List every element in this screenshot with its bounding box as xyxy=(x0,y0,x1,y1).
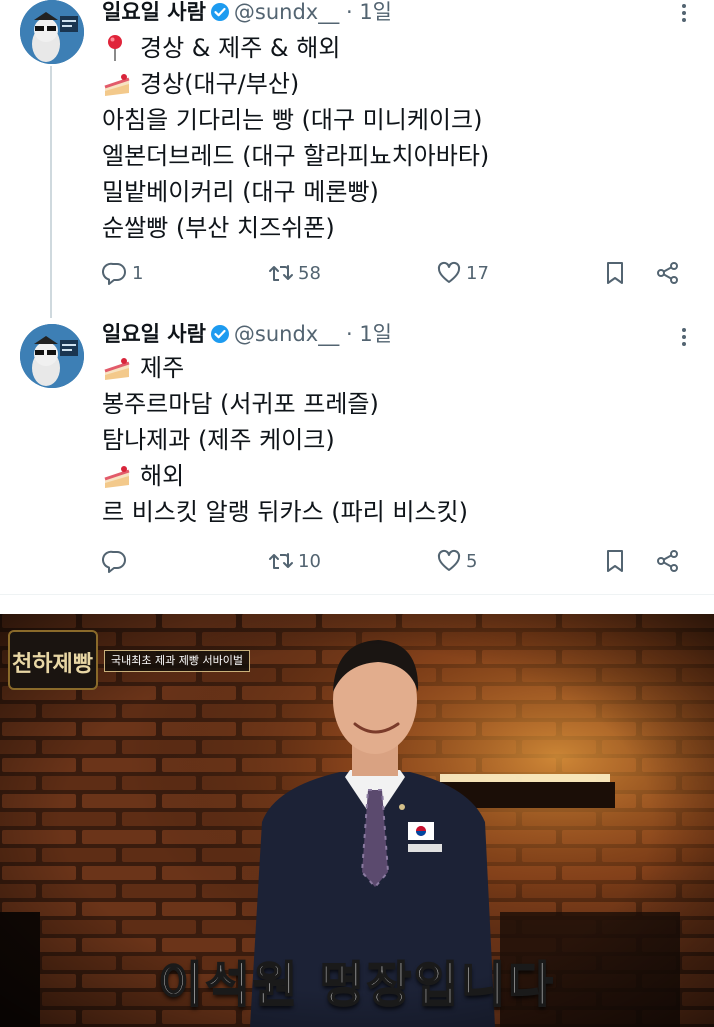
bookmark-button[interactable] xyxy=(602,548,632,574)
display-name[interactable]: 일요일 사람 xyxy=(102,322,206,346)
tweet-line: 경상(대구/부산) xyxy=(102,66,489,102)
separator-dot: · xyxy=(345,322,353,346)
tweet-text: 제주 봉주르마담 (서귀포 프레즐) 탐나제과 (제주 케이크) 해외 르 비스… xyxy=(102,350,468,530)
tweet-header: 일요일 사람 @sundx__ · 1일 xyxy=(102,0,392,29)
bookmark-button[interactable] xyxy=(602,260,632,286)
display-name[interactable]: 일요일 사람 xyxy=(102,0,206,24)
more-options-icon[interactable] xyxy=(682,328,688,349)
tweet-divider xyxy=(0,594,714,595)
verified-badge-icon xyxy=(210,1,230,29)
share-icon xyxy=(657,262,678,284)
tweet-actions: 10 5 xyxy=(102,548,692,578)
tweet-line: 르 비스킷 알랭 뒤카스 (파리 비스킷) xyxy=(102,498,468,526)
program-title-banner: 국내최초 제과 제빵 서바이벌 xyxy=(104,650,250,672)
video-top-strip xyxy=(0,597,714,614)
tweet-2[interactable]: 일요일 사람 @sundx__ · 1일 제주 봉주르마담 (서귀포 프레즐) 탐… xyxy=(0,320,714,600)
like-button[interactable]: 5 xyxy=(436,548,477,574)
share-icon xyxy=(657,550,678,572)
avatar[interactable] xyxy=(20,0,84,64)
timestamp[interactable]: 1일 xyxy=(359,322,392,346)
retweet-button[interactable]: 58 xyxy=(268,260,321,286)
heart-icon xyxy=(437,261,461,283)
cake-emoji-icon xyxy=(102,353,132,383)
tweet-actions: 1 58 17 xyxy=(102,260,692,290)
share-button[interactable] xyxy=(655,260,685,286)
tweet-line: 엘본더브레드 (대구 할라피뇨치아바타) xyxy=(102,142,490,170)
bookmark-icon xyxy=(607,262,623,284)
retweet-icon xyxy=(269,553,293,569)
more-options-icon[interactable] xyxy=(682,4,688,25)
timestamp[interactable]: 1일 xyxy=(359,0,392,24)
show-logo-text: 천하제빵 xyxy=(12,651,93,677)
avatar[interactable] xyxy=(20,324,84,388)
tweet-line: 순쌀빵 (부산 치즈쉬폰) xyxy=(102,214,335,242)
retweet-button[interactable]: 10 xyxy=(268,548,321,574)
tweet-line: 탐나제과 (제주 케이크) xyxy=(102,426,335,454)
reply-button[interactable] xyxy=(102,548,132,574)
like-button[interactable]: 17 xyxy=(436,260,489,286)
tweet-1[interactable]: 일요일 사람 @sundx__ · 1일 경상 & 제주 & 해외 경상(대구/부… xyxy=(0,0,714,300)
cake-emoji-icon xyxy=(102,461,132,491)
pin-emoji-icon xyxy=(102,33,132,63)
tweet-line: 제주 xyxy=(102,350,468,386)
tweet-line: 봉주르마담 (서귀포 프레즐) xyxy=(102,390,379,418)
verified-badge-icon xyxy=(210,323,230,351)
reply-button[interactable]: 1 xyxy=(102,260,143,286)
handle[interactable]: @sundx__ xyxy=(234,0,339,24)
separator-dot: · xyxy=(345,0,353,24)
bookmark-icon xyxy=(607,550,623,572)
heart-icon xyxy=(437,549,461,571)
tweet-line: 경상 & 제주 & 해외 xyxy=(102,30,489,66)
tweet-line: 해외 xyxy=(102,458,468,494)
reply-icon xyxy=(102,550,126,573)
share-button[interactable] xyxy=(655,548,685,574)
tweet-header: 일요일 사람 @sundx__ · 1일 xyxy=(102,320,392,351)
tweet-line: 밀밭베이커리 (대구 메론빵) xyxy=(102,178,379,206)
cake-emoji-icon xyxy=(102,69,132,99)
tweet-line: 아침을 기다리는 빵 (대구 미니케이크) xyxy=(102,106,483,134)
retweet-icon xyxy=(269,265,293,281)
tweet-text: 경상 & 제주 & 해외 경상(대구/부산) 아침을 기다리는 빵 (대구 미니… xyxy=(102,30,489,246)
handle[interactable]: @sundx__ xyxy=(234,322,339,346)
reply-icon xyxy=(102,262,126,285)
video-subtitle: 이석원 명장입니다 xyxy=(158,956,556,1014)
